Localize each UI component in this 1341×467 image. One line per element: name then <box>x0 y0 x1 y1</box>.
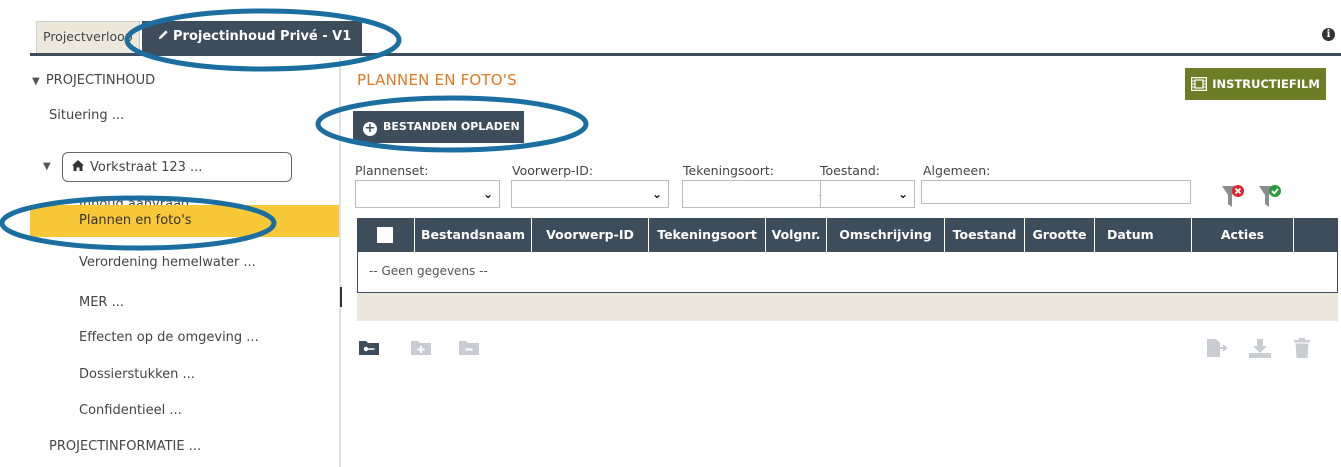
trash-icon[interactable] <box>1292 338 1312 358</box>
sidebar-item-confidentieel[interactable]: Confidentieel ... <box>79 403 182 418</box>
sidebar-section-label: PROJECTINHOUD <box>45 73 156 88</box>
filter-algemeen-label: Algemeen: <box>923 163 991 178</box>
caret-down-icon[interactable]: ▼ <box>43 158 51 173</box>
filter-voorwerp-label: Voorwerp-ID: <box>512 163 594 178</box>
sidebar-tree: ▼ PROJECTINHOUD Situering ... ▼ Vorkstra… <box>30 59 342 467</box>
splitter-handle[interactable] <box>340 287 342 307</box>
instructiefilm-button[interactable]: INSTRUCTIEFILM <box>1185 68 1326 100</box>
folder-add-icon[interactable] <box>410 338 432 356</box>
filter-toestand-select[interactable]: ⌄ <box>820 180 915 208</box>
sidebar-item-dossierstukken[interactable]: Dossierstukken ... <box>79 367 195 382</box>
column-header-bestandsnaam[interactable]: Bestandsnaam <box>415 218 532 252</box>
folder-remove-icon[interactable] <box>458 338 480 356</box>
upload-label: BESTANDEN OPLADEN <box>383 120 520 133</box>
pencil-icon <box>158 21 169 53</box>
select-all-cell <box>357 218 415 252</box>
sidebar-item-plannen-selected[interactable]: Plannen en foto's <box>30 205 339 237</box>
column-header-toestand[interactable]: Toestand <box>945 218 1025 252</box>
column-header-grootte[interactable]: Grootte <box>1025 218 1095 252</box>
export-file-icon[interactable] <box>1205 338 1229 357</box>
home-icon <box>71 159 85 175</box>
sidebar-item-label: Plannen en foto's <box>79 213 192 228</box>
column-header-acties: Acties <box>1192 218 1294 252</box>
tab-projectverloop[interactable]: Projectverloop <box>36 21 140 53</box>
files-table-header: Bestandsnaam Voorwerp-ID Tekeningsoort V… <box>357 218 1338 252</box>
tab-bar: Projectverloop Projectinhoud Privé - V1 … <box>30 18 1341 56</box>
table-footer <box>357 293 1338 321</box>
sidebar-item-mer[interactable]: MER ... <box>79 295 124 310</box>
folder-key-icon[interactable] <box>358 338 380 356</box>
chevron-down-icon: ⌄ <box>651 187 662 201</box>
tab-projectinhoud[interactable]: Projectinhoud Privé - V1 <box>142 21 362 53</box>
filter-plannenset-select[interactable]: ⌄ <box>355 180 500 208</box>
chevron-down-icon: ⌄ <box>897 187 908 201</box>
empty-table-message: -- Geen gegevens -- <box>369 264 488 278</box>
sidebar-section-projectinformatie[interactable]: PROJECTINFORMATIE ... <box>49 439 201 454</box>
upload-files-button[interactable]: + BESTANDEN OPLADEN <box>353 111 524 143</box>
page-title: PLANNEN EN FOTO'S <box>357 71 517 89</box>
tab-projectinhoud-label: Projectinhoud Privé - V1 <box>173 29 352 44</box>
filter-plannenset-label: Plannenset: <box>355 163 429 178</box>
sidebar-section-projectinhoud[interactable]: ▼ PROJECTINHOUD <box>32 73 155 88</box>
column-header-omschrijving[interactable]: Omschrijving <box>827 218 945 252</box>
filter-clear-icon[interactable] <box>1221 184 1249 210</box>
sidebar-item-verordening[interactable]: Verordening hemelwater ... <box>79 255 256 270</box>
column-header-datum[interactable]: Datum <box>1095 218 1192 252</box>
filter-tekeningsoort-select[interactable]: ⌄ <box>682 180 834 208</box>
filter-apply-icon[interactable] <box>1258 184 1286 210</box>
sidebar-item-effecten[interactable]: Effecten op de omgeving ... <box>79 330 259 345</box>
sidebar-item-label: Vorkstraat 123 ... <box>90 160 203 175</box>
download-icon[interactable] <box>1248 338 1272 358</box>
filter-algemeen-input[interactable] <box>921 180 1191 204</box>
filter-voorwerp-select[interactable]: ⌄ <box>511 180 669 208</box>
info-icon[interactable]: i <box>1322 28 1335 41</box>
filter-tekeningsoort-label: Tekeningsoort: <box>683 163 774 178</box>
instructiefilm-label: INSTRUCTIEFILM <box>1212 77 1320 91</box>
files-table-body: -- Geen gegevens -- <box>357 252 1338 293</box>
plus-circle-icon: + <box>363 121 377 136</box>
film-icon <box>1190 71 1208 103</box>
app-frame: Projectverloop Projectinhoud Privé - V1 … <box>30 18 1341 467</box>
sidebar-item-situering[interactable]: Situering ... <box>49 108 124 123</box>
sidebar-item-vorkstraat[interactable]: Vorkstraat 123 ... <box>62 152 292 182</box>
column-header-tekeningsoort[interactable]: Tekeningsoort <box>649 218 766 252</box>
column-header-voorwerp-id[interactable]: Voorwerp-ID <box>532 218 649 252</box>
main-panel: PLANNEN EN FOTO'S INSTRUCTIEFILM + BESTAN… <box>353 59 1341 467</box>
caret-down-icon: ▼ <box>32 76 40 87</box>
column-header-volgnr[interactable]: Volgnr. <box>766 218 827 252</box>
chevron-down-icon: ⌄ <box>482 187 493 201</box>
select-all-checkbox[interactable] <box>377 227 393 243</box>
filter-toestand-label: Toestand: <box>820 163 880 178</box>
